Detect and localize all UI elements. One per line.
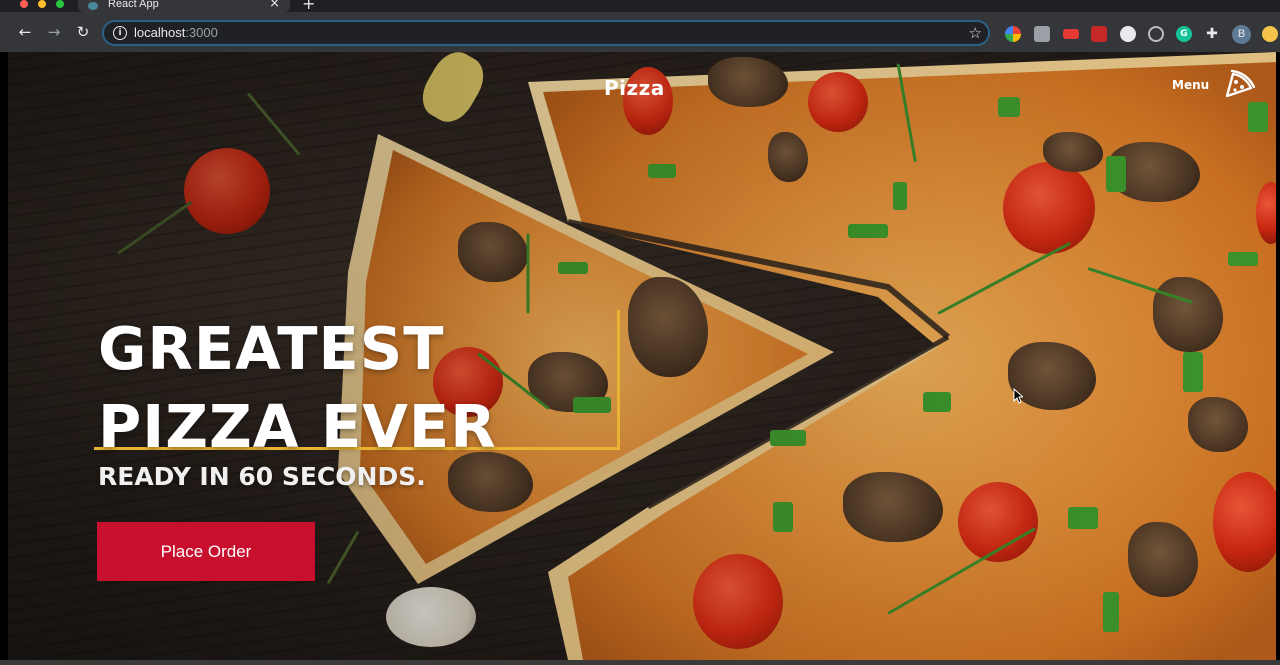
color-picker-extension-icon[interactable] — [1005, 26, 1021, 42]
reload-button[interactable]: ↻ — [73, 22, 93, 42]
browser-tab[interactable]: React App × — [78, 0, 290, 12]
browser-toolbar: ← → ↻ i localhost:3000 ☆ G ✚ B — [0, 12, 1280, 52]
bookmark-star-icon[interactable]: ☆ — [969, 24, 982, 42]
puzzle-red-extension-icon[interactable] — [1091, 26, 1107, 42]
site-info-icon[interactable]: i — [113, 26, 127, 40]
react-favicon-icon — [88, 2, 98, 10]
grammarly-extension-icon[interactable]: G — [1176, 26, 1192, 42]
hero-title-line-1: GREATEST — [98, 314, 445, 383]
mouse-cursor-icon — [1013, 388, 1023, 404]
update-icon[interactable] — [1262, 26, 1278, 42]
minimize-window-button[interactable] — [38, 0, 46, 8]
tab-close-icon[interactable]: × — [269, 0, 280, 11]
url-text[interactable]: localhost:3000 — [134, 25, 218, 40]
maximize-window-button[interactable] — [56, 0, 64, 8]
close-window-button[interactable] — [20, 0, 28, 8]
tab-title: React App — [108, 0, 159, 10]
forward-button[interactable]: → — [44, 22, 64, 42]
place-order-button[interactable]: Place Order — [97, 522, 315, 581]
hero-subtitle: READY IN 60 SECONDS. — [98, 462, 426, 491]
back-button[interactable]: ← — [15, 22, 35, 42]
hero-title-line-2: PIZZA EVER — [98, 392, 497, 461]
pizza-slice-menu-icon[interactable] — [1223, 68, 1255, 100]
circle-extension-icon[interactable] — [1120, 26, 1136, 42]
page-bottom-strip — [0, 660, 1280, 665]
menu-label[interactable]: Menu — [1172, 78, 1209, 92]
extensions-icon[interactable]: ✚ — [1204, 26, 1220, 42]
url-port: :3000 — [185, 25, 218, 40]
site-logo[interactable]: Pizza — [604, 76, 665, 100]
address-bar[interactable]: i localhost:3000 ☆ — [102, 20, 990, 46]
record-extension-icon[interactable] — [1148, 26, 1164, 42]
profile-avatar[interactable]: B — [1232, 25, 1251, 44]
translate-extension-icon[interactable] — [1034, 26, 1050, 42]
hero-title: GREATEST PIZZA EVER — [98, 310, 497, 466]
youtube-extension-icon[interactable] — [1063, 29, 1079, 39]
url-host: localhost — [134, 25, 186, 40]
hero-section: Pizza Menu GREATEST PIZZA EVER READY IN … — [8, 52, 1276, 660]
browser-tab-bar: React App × + — [0, 0, 1280, 13]
